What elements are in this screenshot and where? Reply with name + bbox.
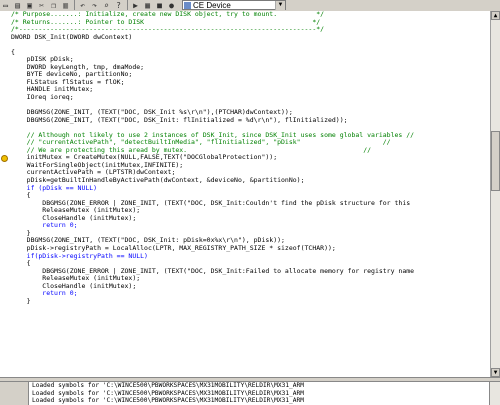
code-line[interactable]: BYTE deviceNo, partitionNo; [11,71,490,79]
scroll-thumb[interactable] [491,131,500,191]
code-line[interactable] [11,320,490,328]
code-line[interactable]: DWORD keyLength, tmp, dmaMode; [11,64,490,72]
scroll-down-button[interactable]: ▼ [491,368,500,377]
editor-gutter[interactable] [0,11,10,377]
file-icon[interactable]: ▭ [0,0,11,11]
toolbar-separator [127,0,128,10]
paste-icon[interactable]: ▥ [60,0,71,11]
output-scrollbar[interactable] [489,382,500,405]
code-line[interactable] [11,328,490,336]
cut-icon[interactable]: ✂ [36,0,47,11]
code-line[interactable]: DBGMSG(ZONE_INIT, (TEXT("DOC, DSK_Init: … [11,237,490,245]
code-line[interactable]: { [11,192,490,200]
device-select[interactable]: CE Device ▼ [182,0,286,10]
code-area[interactable]: /* Purpose.......: Initialize, create ne… [11,11,490,373]
code-line[interactable]: DBGMSG(ZONE_ERROR | ZONE_INIT, (TEXT("DO… [11,200,490,208]
code-line[interactable] [11,366,490,374]
device-icon [184,2,191,9]
code-line[interactable]: CloseHandle (initMutex); [11,283,490,291]
code-line[interactable]: DBGMSG(ZONE_INIT, (TEXT("DOC, DSK_Init %… [11,109,490,117]
code-line[interactable]: pDisk=getBuiltInHandleByActivePath(dwCon… [11,177,490,185]
code-line[interactable]: { [11,49,490,57]
scroll-up-button[interactable]: ▲ [491,11,500,20]
code-editor[interactable]: /* Purpose.......: Initialize, create ne… [0,11,490,377]
code-line[interactable] [11,102,490,110]
code-line[interactable] [11,313,490,321]
copy-icon[interactable]: ❐ [48,0,59,11]
code-line[interactable]: DWORD DSK_Init(DWORD dwContext) [11,34,490,42]
chevron-down-icon[interactable]: ▼ [275,1,285,10]
code-line[interactable]: initMutex = CreateMutex(NULL,FALSE,TEXT(… [11,154,490,162]
current-line-arrow-icon [1,154,8,162]
code-line[interactable]: { [11,260,490,268]
code-line[interactable]: IOreq ioreq; [11,94,490,102]
help-icon[interactable]: ? [113,0,124,11]
code-line[interactable]: /*--------------------------------------… [11,26,490,34]
output-window: Loaded symbols for 'C:\WINCE500\PBWORKSP… [0,381,500,405]
open-icon[interactable]: ▤ [12,0,23,11]
debug-icon[interactable]: ▶ [130,0,141,11]
code-line[interactable] [11,351,490,359]
code-line[interactable] [11,41,490,49]
code-line[interactable]: pDisk->registryPath = LocalAlloc(LPTR, M… [11,245,490,253]
code-line[interactable]: WaitForSingleObject(initMutex,INFINITE); [11,162,490,170]
toolbar-separator [74,0,75,10]
redo-icon[interactable]: ↷ [89,0,100,11]
device-label: CE Device [193,1,231,10]
output-lines: Loaded symbols for 'C:\WINCE500\PBWORKSP… [0,382,500,405]
code-line[interactable]: DBGMSG(ZONE_INIT, (TEXT("DOC, DSK_Init: … [11,117,490,125]
output-line: Loaded symbols for 'C:\WINCE500\PBWORKSP… [32,397,304,404]
code-line[interactable]: CloseHandle (initMutex); [11,215,490,223]
undo-icon[interactable]: ↶ [77,0,88,11]
code-line[interactable]: } [11,230,490,238]
code-line[interactable]: HANDLE initMutex; [11,86,490,94]
code-line[interactable]: return 0; [11,290,490,298]
code-line[interactable] [11,336,490,344]
code-line[interactable]: // Although not likely to use 2 instance… [11,132,490,140]
code-line[interactable] [11,305,490,313]
code-line[interactable] [11,358,490,366]
code-line[interactable]: } [11,298,490,306]
code-line[interactable]: // We are protecting this aread by mutex… [11,147,490,155]
editor-vertical-scrollbar[interactable]: ▲ ▼ [490,11,500,377]
code-line[interactable]: /* Purpose.......: Initialize, create ne… [11,11,490,19]
code-line[interactable]: pDISK pDisk; [11,56,490,64]
code-line[interactable]: return 0; [11,222,490,230]
output-line: Loaded symbols for 'C:\WINCE500\PBWORKSP… [32,382,304,389]
code-line[interactable]: currentActivePath = (LPTSTR)dwContext; [11,169,490,177]
code-line[interactable] [11,343,490,351]
code-line[interactable]: if (pDisk == NULL) [11,185,490,193]
output-line: Loaded symbols for 'C:\WINCE500\PBWORKSP… [32,389,304,397]
find-icon[interactable]: ⌕ [101,0,112,11]
toolbar-icons: ▭▤▣✂❐▥↶↷⌕?▶▦■●↓↷ [0,0,202,11]
code-line[interactable]: if(pDisk->registryPath == NULL) [11,253,490,261]
code-line[interactable]: ReleaseMutex (initMutex); [11,207,490,215]
code-line[interactable]: DBGMSG(ZONE_ERROR | ZONE_INIT, (TEXT("DO… [11,268,490,276]
breakpoint-icon[interactable]: ● [166,0,177,11]
save-icon[interactable]: ▣ [24,0,35,11]
output-gutter [0,382,29,405]
stop-icon[interactable]: ■ [154,0,165,11]
code-line[interactable]: ReleaseMutex (initMutex); [11,275,490,283]
code-line[interactable]: /* Returns.......: Pointer to DISK */ [11,19,490,27]
code-line[interactable]: FLStatus flStatus = flOK; [11,79,490,87]
code-line[interactable]: // "currentActivePath", "detectBuiltInMe… [11,139,490,147]
code-line[interactable] [11,124,490,132]
build-icon[interactable]: ▦ [142,0,153,11]
